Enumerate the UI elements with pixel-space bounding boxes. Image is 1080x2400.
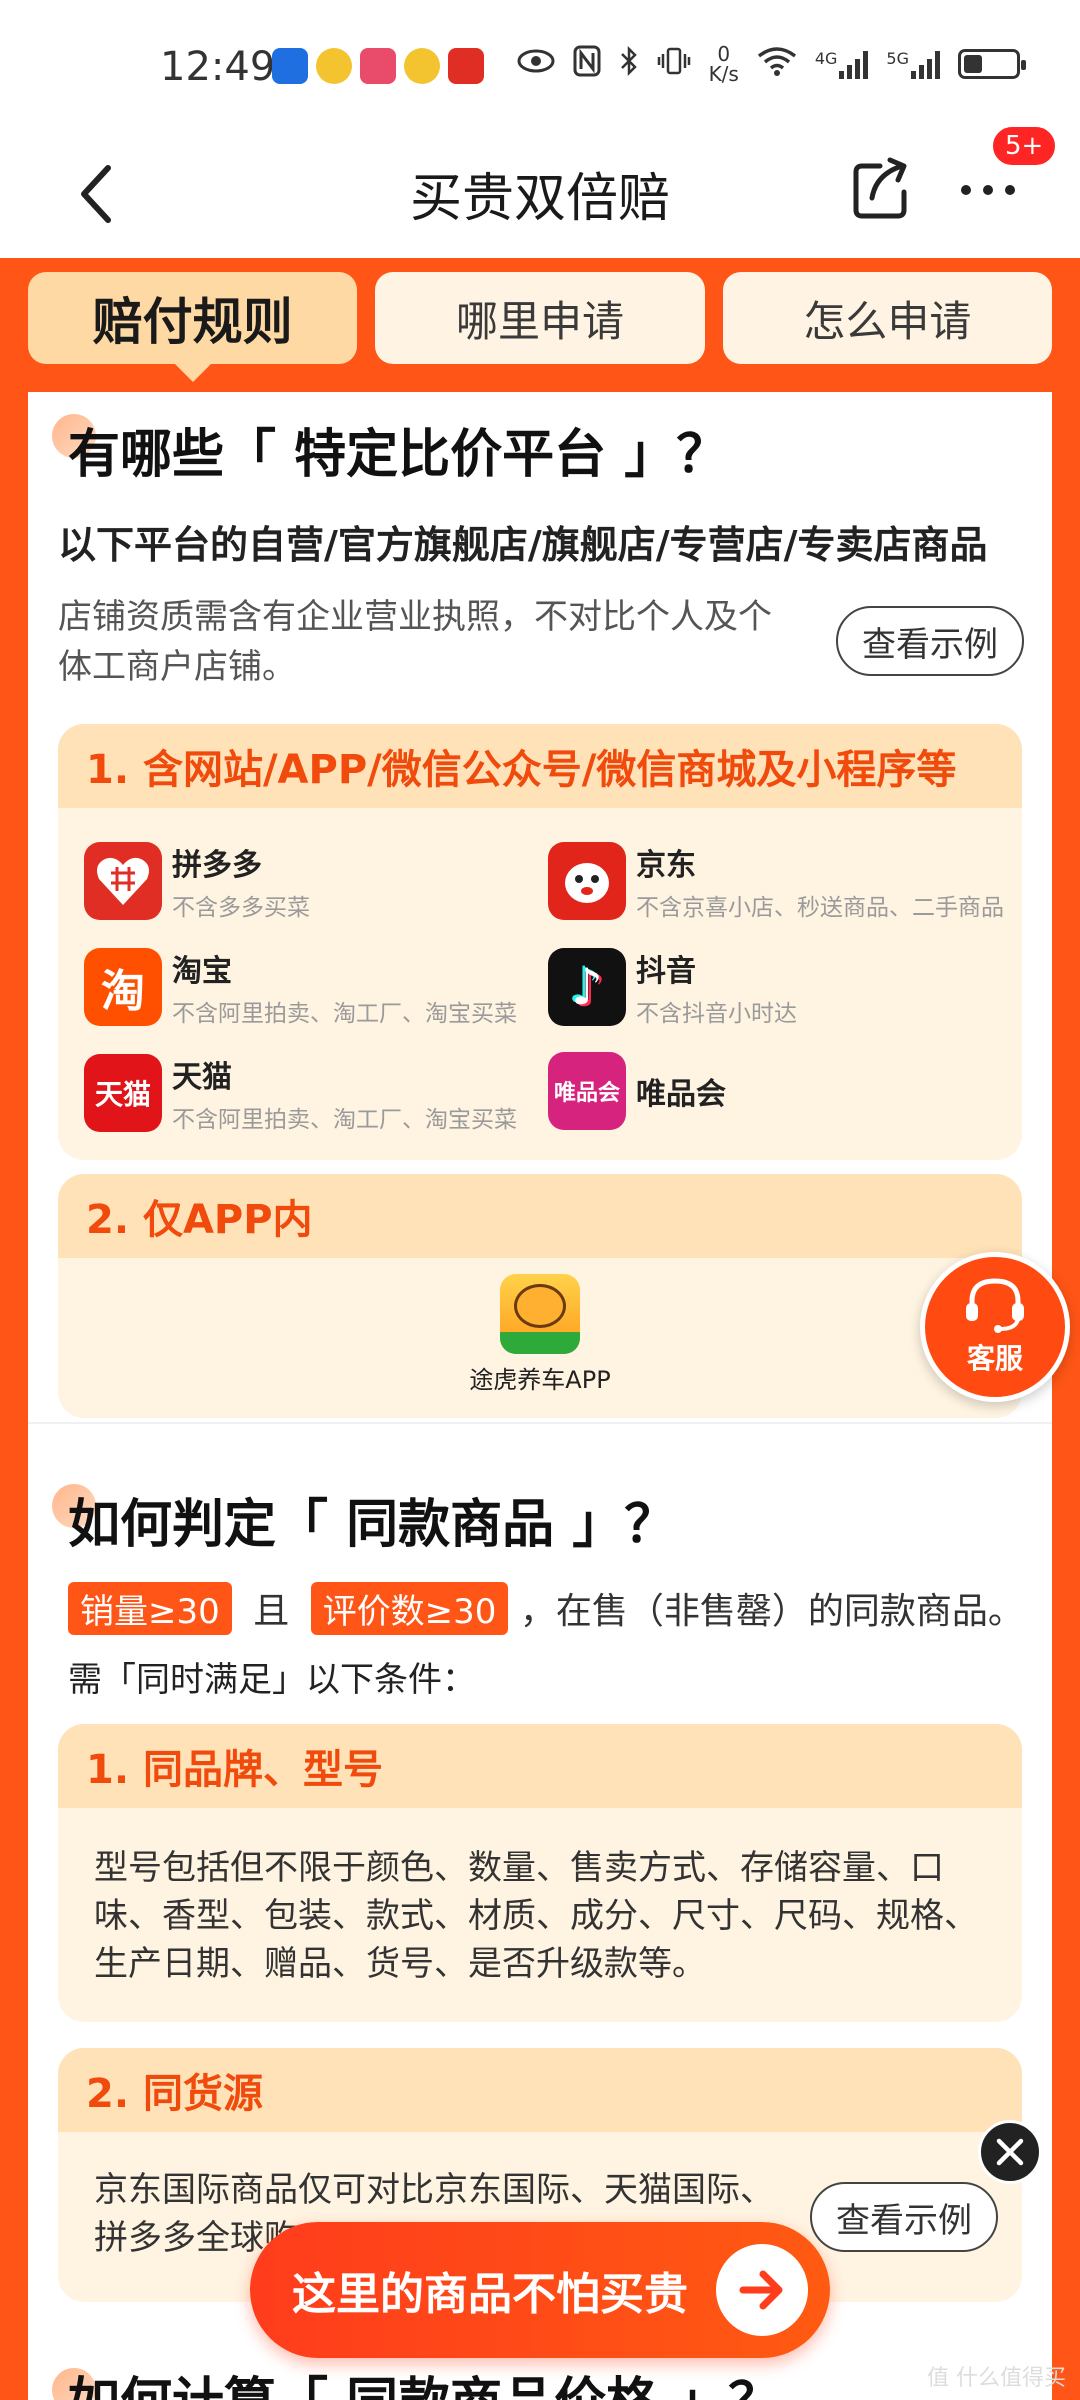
customer-service-button[interactable]: 客服: [920, 1252, 1070, 1402]
tab-compensation-rules[interactable]: 赔付规则: [28, 272, 358, 382]
platform-name: 淘宝: [172, 954, 232, 989]
criteria-requirement: 需「同时满足」以下条件：: [68, 1660, 476, 1700]
cta-banner-button[interactable]: 这里的商品不怕买贵: [250, 2222, 830, 2358]
pinduoduo-icon: [84, 842, 162, 920]
view-example-button[interactable]: 查看示例: [836, 606, 1024, 676]
taobao-icon: 淘: [84, 948, 162, 1026]
headset-icon: [966, 1278, 1024, 1333]
content-panel: 有哪些「 特定比价平台 」？ 以下平台的自营/官方旗舰店/旗舰店/专营店/专卖店…: [28, 392, 1052, 2400]
review-threshold-tag: 评价数≥30: [310, 1582, 509, 1635]
platform-exclusion: 不含抖音小时达: [636, 1001, 797, 1027]
battery-icon: [958, 49, 1026, 79]
bluetooth-icon: [619, 45, 639, 84]
card-body: 型号包括但不限于颜色、数量、售卖方式、存储容量、口味、香型、包装、款式、材质、成…: [94, 1848, 978, 1984]
note-line: 体工商户店铺。: [58, 647, 296, 687]
tmall-icon: 天猫: [84, 1054, 162, 1132]
platform-name: 京东: [636, 848, 696, 883]
platform-item-jd: 京东 不含京喜小店、秒送商品、二手商品: [548, 840, 1004, 922]
platform-name: 天猫: [172, 1060, 232, 1095]
platform-name: 拼多多: [172, 848, 262, 883]
nfc-icon: [573, 45, 601, 84]
view-example-button[interactable]: 查看示例: [810, 2182, 998, 2252]
app-notification-icon: [448, 48, 484, 84]
customer-service-label: 客服: [966, 1342, 1023, 1375]
vipshop-icon: 唯品会: [548, 1052, 626, 1130]
vibrate-icon: [657, 46, 691, 83]
section-title-price-calc: 如何计算「 同款商品价格 」？: [68, 2360, 780, 2400]
tab-where-to-apply[interactable]: 哪里申请: [375, 272, 705, 364]
app-notification-icon: [360, 48, 396, 84]
share-button[interactable]: [850, 152, 912, 222]
tuhu-app-item: 途虎养车APP: [58, 1274, 1022, 1395]
platform-name: 唯品会: [636, 1077, 726, 1112]
signal-4g-icon: 4G: [815, 49, 869, 79]
card-header: 2. 同货源: [58, 2048, 1022, 2132]
more-button[interactable]: [958, 166, 1018, 206]
douyin-icon: ♪: [548, 948, 626, 1026]
platforms-subtitle: 以下平台的自营/官方旗舰店/旗舰店/专营店/专卖店商品: [58, 523, 988, 567]
status-time: 12:49: [160, 44, 276, 90]
status-icons: 0 K/s 4G 5G: [517, 42, 1026, 86]
arrow-right-icon: [716, 2244, 808, 2336]
note-line: 店铺资质需含有企业营业执照，不对比个人及个: [58, 597, 772, 637]
weibo-icon: [316, 48, 352, 84]
platform-exclusion: 不含京喜小店、秒送商品、二手商品: [636, 895, 1004, 921]
platform-item-pinduoduo: 拼多多 不含多多买菜: [84, 840, 310, 922]
platform-item-taobao: 淘 淘宝 不含阿里拍卖、淘工厂、淘宝买菜: [84, 946, 517, 1028]
platform-card-web-app: 1. 含网站/APP/微信公众号/微信商城及小程序等 拼多多 不含多多买菜 京东…: [58, 724, 1022, 1160]
network-speed: 0 K/s: [708, 42, 739, 86]
watermark-logo: 值 什么值得买: [927, 2366, 1066, 2391]
section-title-same-product: 如何判定「 同款商品 」？: [68, 1495, 677, 1555]
tab-how-to-apply[interactable]: 怎么申请: [722, 272, 1052, 364]
rule-card-brand-model: 1. 同品牌、型号 型号包括但不限于颜色、数量、售卖方式、存储容量、口味、香型、…: [58, 1724, 1022, 2022]
close-icon: [996, 2138, 1024, 2166]
signal-5g-icon: 5G: [886, 49, 940, 79]
card-header: 1. 含网站/APP/微信公众号/微信商城及小程序等: [58, 724, 1022, 808]
same-product-criteria: 销量≥30 且 评价数≥30 ，在售（非售罄）的同款商品。: [68, 1582, 1024, 1635]
tuhu-app-name: 途虎养车APP: [469, 1366, 611, 1394]
weibo-icon: [404, 48, 440, 84]
rule-tabs: 赔付规则 哪里申请 怎么申请: [28, 272, 1052, 382]
card-body-line: 京东国际商品仅可对比京东国际、天猫国际、: [94, 2170, 774, 2210]
card-header: 2. 仅APP内: [58, 1174, 1022, 1258]
platform-item-douyin: ♪ 抖音 不含抖音小时达: [548, 946, 797, 1028]
platform-exclusion: 不含阿里拍卖、淘工厂、淘宝买菜: [172, 1107, 517, 1133]
store-qualification-note: 店铺资质需含有企业营业执照，不对比个人及个 体工商户店铺。: [58, 592, 818, 692]
page-title: 买贵双倍赔: [409, 169, 670, 229]
more-dots-icon: [961, 185, 1015, 195]
eye-icon: [517, 48, 555, 81]
cta-label: 这里的商品不怕买贵: [292, 2269, 688, 2320]
platform-name: 抖音: [636, 954, 696, 989]
platform-card-app-only: 2. 仅APP内 途虎养车APP: [58, 1174, 1022, 1418]
sales-threshold-tag: 销量≥30: [68, 1582, 232, 1635]
card-header: 1. 同品牌、型号: [58, 1724, 1022, 1808]
section-divider: [28, 1422, 1052, 1424]
app-notification-icon: [272, 48, 308, 84]
platform-item-vipshop: 唯品会 唯品会: [548, 1052, 726, 1130]
section-title-platforms: 有哪些「 特定比价平台 」？: [68, 425, 729, 485]
status-bar: 12:49 0 K/s 4G 5G: [0, 0, 1080, 130]
criteria-rest: ，在售（非售罄）的同款商品。: [519, 1591, 1024, 1632]
and-text: 且: [253, 1591, 290, 1632]
jd-icon: [548, 842, 626, 920]
top-nav-bar: 买贵双倍赔 5+: [0, 124, 1080, 258]
notification-badge: 5+: [990, 124, 1059, 168]
platform-exclusion: 不含多多买菜: [172, 895, 310, 921]
share-icon: [853, 157, 907, 219]
close-floating-button[interactable]: [978, 2120, 1042, 2184]
platform-exclusion: 不含阿里拍卖、淘工厂、淘宝买菜: [172, 1001, 517, 1027]
tuhu-app-icon: [500, 1274, 580, 1354]
platform-item-tmall: 天猫 天猫 不含阿里拍卖、淘工厂、淘宝买菜: [84, 1052, 517, 1134]
wifi-icon: [757, 46, 797, 83]
